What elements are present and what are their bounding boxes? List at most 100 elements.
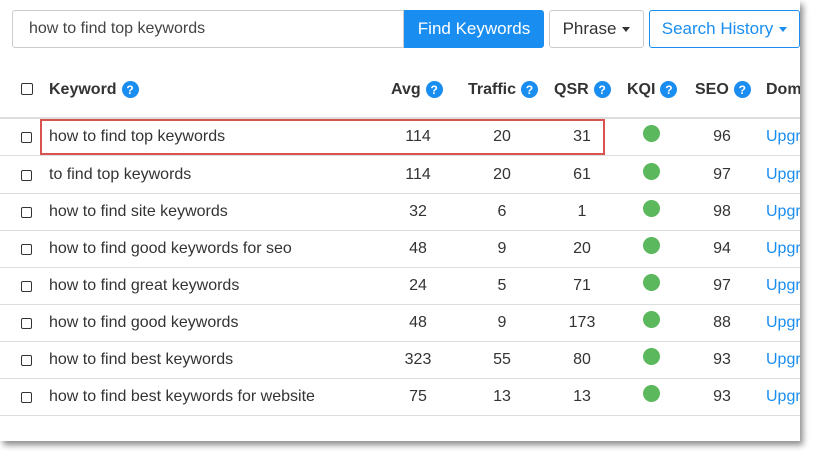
domain-upgrade-link[interactable]: Upgr	[766, 341, 800, 378]
seo-cell: 93	[713, 350, 731, 368]
column-header-seo[interactable]: SEO ?	[695, 62, 751, 117]
column-header-traffic[interactable]: Traffic ?	[468, 62, 539, 117]
qsr-cell: 80	[573, 350, 591, 368]
keyword-cell[interactable]: how to find top keywords	[49, 118, 225, 155]
kqi-status-dot-icon	[643, 200, 660, 217]
traffic-cell: 13	[493, 387, 511, 405]
keyword-cell[interactable]: how to find best keywords for website	[49, 378, 315, 415]
qsr-cell: 61	[573, 165, 591, 183]
kqi-status-dot-icon	[643, 385, 660, 402]
column-label: QSR	[554, 80, 589, 98]
traffic-cell: 6	[497, 202, 507, 220]
row-checkbox[interactable]	[21, 207, 32, 218]
table-row: how to find best keywords 323 55 80 93 U…	[0, 341, 800, 379]
avg-cell: 323	[404, 350, 432, 368]
keyword-search-input[interactable]	[12, 10, 404, 48]
table-row: how to find great keywords 24 5 71 97 Up…	[0, 267, 800, 305]
column-header-qsr[interactable]: QSR ?	[554, 62, 611, 117]
question-circle-icon[interactable]: ?	[660, 81, 678, 98]
column-label: Traffic	[468, 80, 517, 98]
caret-down-icon	[779, 26, 788, 32]
seo-cell: 96	[713, 127, 731, 145]
column-label: KQI	[627, 80, 656, 98]
kqi-status-dot-icon	[643, 348, 660, 365]
kqi-status-dot-icon	[643, 163, 660, 180]
keyword-cell[interactable]: how to find good keywords for seo	[49, 230, 292, 267]
column-header-keyword[interactable]: Keyword ?	[49, 62, 139, 117]
keyword-cell[interactable]: how to find great keywords	[49, 267, 239, 304]
table-row: to find top keywords 114 20 61 97 Upgr	[0, 156, 800, 194]
row-checkbox[interactable]	[21, 281, 32, 292]
column-header-domain[interactable]: Dom	[766, 62, 800, 117]
traffic-cell: 5	[497, 276, 507, 294]
domain-upgrade-link[interactable]: Upgr	[766, 230, 800, 267]
traffic-cell: 9	[497, 239, 507, 257]
domain-upgrade-link[interactable]: Upgr	[766, 118, 800, 155]
qsr-cell: 1	[577, 202, 587, 220]
keyword-tool-panel: Find Keywords Phrase Search History Keyw…	[0, 0, 800, 441]
seo-cell: 98	[713, 202, 731, 220]
kqi-status-dot-icon	[643, 237, 660, 254]
kqi-status-dot-icon	[643, 311, 660, 328]
row-checkbox[interactable]	[21, 392, 32, 403]
avg-cell: 48	[409, 239, 427, 257]
search-history-label: Search History	[661, 19, 774, 38]
row-checkbox[interactable]	[21, 355, 32, 366]
question-circle-icon[interactable]: ?	[121, 81, 139, 98]
column-header-kqi[interactable]: KQI ?	[627, 62, 678, 117]
column-header-avg[interactable]: Avg ?	[391, 62, 443, 117]
domain-upgrade-link[interactable]: Upgr	[766, 304, 800, 341]
select-all-checkbox[interactable]	[21, 83, 33, 95]
row-checkbox[interactable]	[21, 170, 32, 181]
avg-cell: 24	[409, 276, 427, 294]
table-row: how to find site keywords 32 6 1 98 Upgr	[0, 193, 800, 231]
table-header: Keyword ? Avg ? Traffic ? QSR ? KQI ? SE…	[0, 62, 800, 119]
domain-upgrade-link[interactable]: Upgr	[766, 193, 800, 230]
avg-cell: 114	[405, 127, 431, 145]
row-checkbox[interactable]	[21, 244, 32, 255]
table-row: how to find good keywords for seo 48 9 2…	[0, 230, 800, 268]
keyword-cell[interactable]: how to find good keywords	[49, 304, 238, 341]
search-history-button[interactable]: Search History	[649, 10, 800, 48]
seo-cell: 94	[713, 239, 731, 257]
table-row: how to find top keywords 114 20 31 96 Up…	[0, 118, 800, 156]
table-row: how to find best keywords for website 75…	[0, 378, 800, 416]
question-circle-icon[interactable]: ?	[593, 81, 611, 98]
row-checkbox[interactable]	[21, 318, 32, 329]
row-checkbox[interactable]	[21, 132, 32, 143]
find-keywords-button[interactable]: Find Keywords	[404, 10, 544, 48]
traffic-cell: 20	[493, 127, 511, 145]
kqi-status-dot-icon	[643, 125, 660, 142]
domain-upgrade-link[interactable]: Upgr	[766, 267, 800, 304]
keyword-cell[interactable]: how to find best keywords	[49, 341, 233, 378]
column-label: Keyword	[49, 80, 117, 98]
column-label: Dom	[766, 80, 800, 98]
traffic-cell: 55	[493, 350, 511, 368]
question-circle-icon[interactable]: ?	[521, 81, 539, 98]
qsr-cell: 20	[573, 239, 591, 257]
column-label: SEO	[695, 80, 729, 98]
traffic-cell: 9	[497, 313, 507, 331]
qsr-cell: 13	[573, 387, 591, 405]
column-label: Avg	[391, 80, 421, 98]
qsr-cell: 173	[568, 313, 596, 331]
avg-cell: 32	[409, 202, 427, 220]
table-row: how to find good keywords 48 9 173 88 Up…	[0, 304, 800, 342]
seo-cell: 97	[713, 165, 731, 183]
keyword-cell[interactable]: how to find site keywords	[49, 193, 228, 230]
question-circle-icon[interactable]: ?	[425, 81, 443, 98]
question-circle-icon[interactable]: ?	[733, 81, 751, 98]
avg-cell: 48	[409, 313, 427, 331]
phrase-label: Phrase	[562, 19, 617, 38]
seo-cell: 93	[713, 387, 731, 405]
avg-cell: 75	[409, 387, 427, 405]
qsr-cell: 71	[573, 276, 591, 294]
qsr-cell: 31	[573, 127, 591, 145]
phrase-dropdown-button[interactable]: Phrase	[549, 10, 644, 48]
keyword-cell[interactable]: to find top keywords	[49, 156, 191, 193]
seo-cell: 97	[713, 276, 731, 294]
domain-upgrade-link[interactable]: Upgr	[766, 378, 800, 415]
domain-upgrade-link[interactable]: Upgr	[766, 156, 800, 193]
caret-down-icon	[622, 26, 631, 32]
seo-cell: 88	[713, 313, 731, 331]
